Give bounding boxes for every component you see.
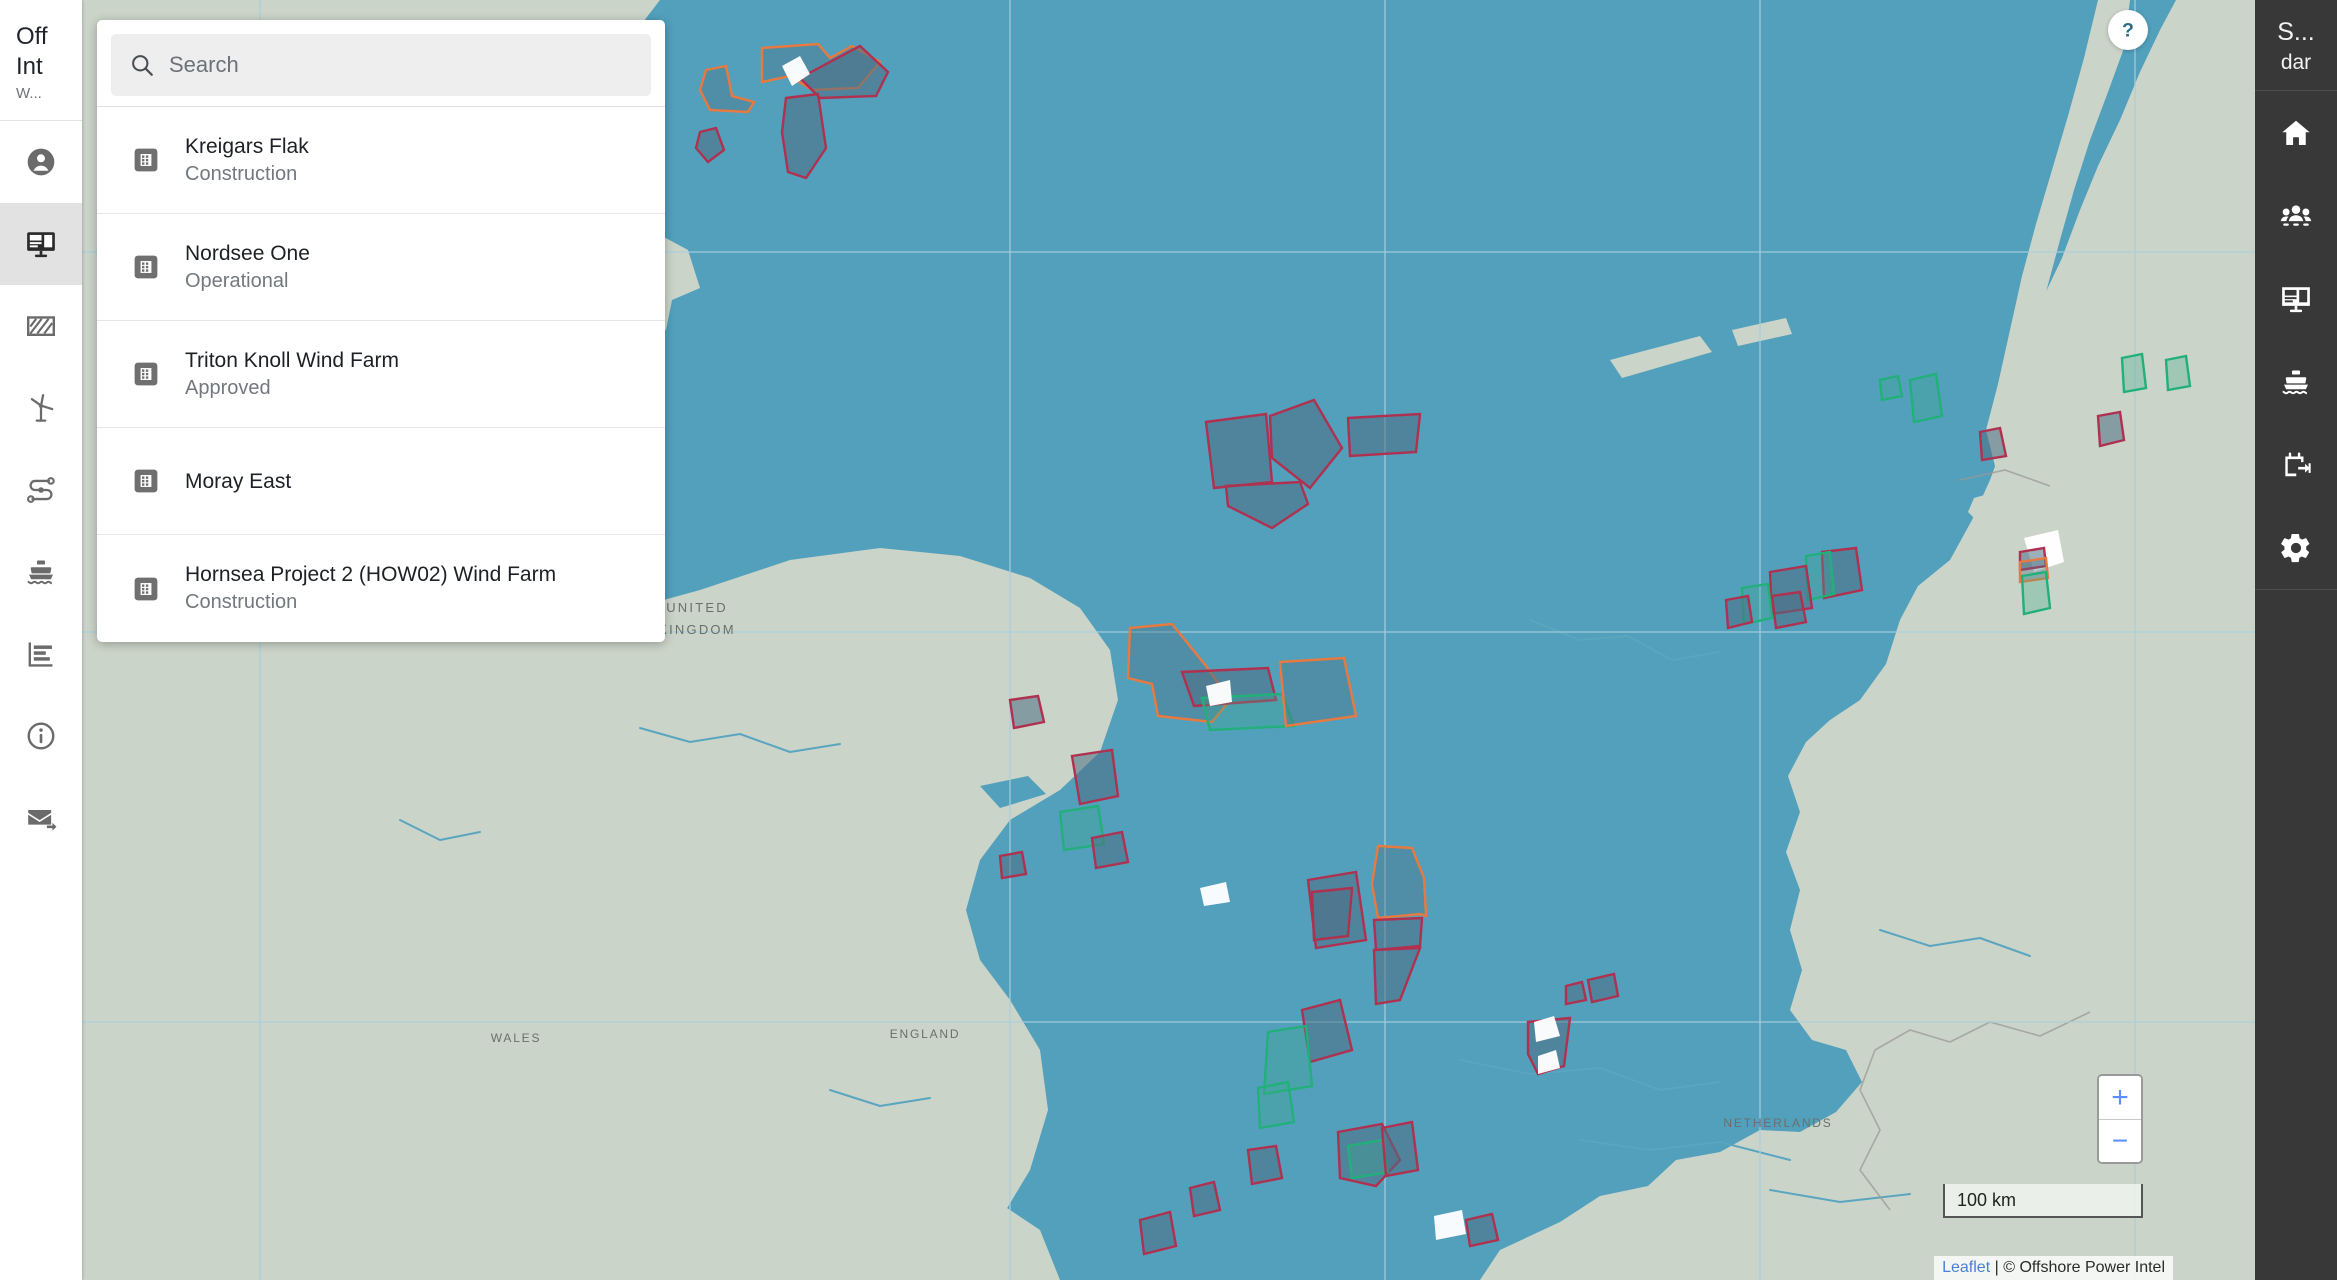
search-bar-wrapper xyxy=(97,20,665,106)
search-result-text: Kreigars Flak Construction xyxy=(185,133,309,188)
sidebar-item-contact[interactable] xyxy=(0,777,82,859)
right-rail-divider xyxy=(2255,589,2337,590)
search-result-name: Triton Knoll Wind Farm xyxy=(185,348,399,372)
account-circle-icon xyxy=(27,148,55,176)
leaflet-link[interactable]: Leaflet xyxy=(1942,1259,1990,1276)
dashboard-screen-icon xyxy=(27,232,55,258)
sidebar-item-account[interactable] xyxy=(0,121,82,203)
search-result-text: Nordsee One Operational xyxy=(185,240,310,295)
right-sidebar: S... dar xyxy=(2255,0,2337,1280)
dashboard-screen-icon xyxy=(2282,286,2310,312)
search-results-list: Kreigars Flak Construction Nordsee One O… xyxy=(97,106,665,642)
right-item-people[interactable] xyxy=(2255,174,2337,257)
help-button[interactable]: ? xyxy=(2108,10,2148,50)
search-result-name: Hornsea Project 2 (HOW02) Wind Farm xyxy=(185,563,557,586)
sidebar-item-vessels[interactable] xyxy=(0,531,82,613)
sidebar-item-dashboard[interactable] xyxy=(0,203,82,285)
zoom-controls[interactable]: + − xyxy=(2097,1074,2143,1164)
search-result-item[interactable]: Kreigars Flak Construction xyxy=(97,107,665,214)
search-result-name: Kreigars Flak xyxy=(185,134,309,158)
report-chart-icon xyxy=(28,642,53,667)
sidebar-item-lease-areas[interactable] xyxy=(0,285,82,367)
svg-text:?: ? xyxy=(2122,20,2134,42)
search-result-name: Nordsee One xyxy=(185,241,310,265)
map-label: WALES xyxy=(491,1031,542,1045)
search-result-item[interactable]: Triton Knoll Wind Farm Approved xyxy=(97,321,665,428)
search-result-item[interactable]: Nordsee One Operational xyxy=(97,214,665,321)
sidebar-item-reports[interactable] xyxy=(0,613,82,695)
lease-area-icon xyxy=(27,316,56,336)
search-icon xyxy=(132,55,153,76)
attribution-separator: | xyxy=(1990,1259,2004,1276)
question-mark-icon: ? xyxy=(2122,20,2134,42)
right-item-settings[interactable] xyxy=(2255,506,2337,589)
brand-line-2: Int xyxy=(16,53,43,80)
people-icon xyxy=(2280,204,2312,226)
sidebar-item-cables[interactable] xyxy=(0,449,82,531)
sidebar-item-turbines[interactable] xyxy=(0,367,82,449)
windfarm-grid-icon xyxy=(134,577,158,600)
scale-bar: 100 km xyxy=(1943,1184,2143,1218)
brand-line-1: Off xyxy=(16,23,48,50)
cable-route-icon xyxy=(27,477,55,503)
map-attribution: Leaflet | © Offshore Power Intel xyxy=(1934,1256,2173,1280)
vessel-icon xyxy=(27,560,53,585)
right-brand: S... dar xyxy=(2255,0,2337,91)
search-box[interactable] xyxy=(111,34,651,96)
search-result-text: Triton Knoll Wind Farm Approved xyxy=(185,347,399,402)
sidebar-item-info[interactable] xyxy=(0,695,82,777)
home-icon xyxy=(2282,120,2310,145)
app-brand: Off Int W... xyxy=(0,0,82,121)
brand-line-3: W... xyxy=(16,85,42,102)
right-item-home[interactable] xyxy=(2255,91,2337,174)
calendar-arrow-icon xyxy=(2285,451,2311,476)
gear-icon xyxy=(2281,533,2310,562)
right-item-dashboard[interactable] xyxy=(2255,257,2337,340)
windfarm-grid-icon xyxy=(134,255,158,279)
search-result-item[interactable]: Moray East xyxy=(97,428,665,535)
windfarm-grid-icon xyxy=(134,362,158,386)
search-result-status: Approved xyxy=(185,376,271,399)
map-label: UNITED xyxy=(666,600,728,615)
search-result-status: Construction xyxy=(185,591,298,613)
windfarm-grid-icon xyxy=(134,469,158,493)
search-result-item[interactable]: Hornsea Project 2 (HOW02) Wind Farm Cons… xyxy=(97,535,665,642)
mail-forward-icon xyxy=(28,810,57,831)
right-item-vessels[interactable] xyxy=(2255,340,2337,423)
vessel-icon xyxy=(2282,370,2308,394)
right-brand-line-2: dar xyxy=(2280,51,2312,74)
info-circle-icon xyxy=(27,722,55,750)
left-sidebar: Off Int W... xyxy=(0,0,82,1280)
map-label: NETHERLANDS xyxy=(1723,1116,1832,1130)
right-brand-line-1: S... xyxy=(2277,18,2315,46)
wind-turbine-icon xyxy=(30,394,54,422)
map-label: ENGLAND xyxy=(890,1027,961,1041)
attribution-owner: © Offshore Power Intel xyxy=(2003,1259,2165,1276)
map-label: KINGDOM xyxy=(658,622,736,637)
right-item-schedule[interactable] xyxy=(2255,423,2337,506)
zoom-in-button[interactable]: + xyxy=(2099,1076,2141,1119)
search-result-status: Operational xyxy=(185,269,289,292)
zoom-out-button[interactable]: − xyxy=(2099,1119,2141,1162)
search-result-status: Construction xyxy=(185,162,298,185)
search-result-text: Hornsea Project 2 (HOW02) Wind Farm Cons… xyxy=(185,561,556,616)
search-panel: Kreigars Flak Construction Nordsee One O… xyxy=(97,20,665,642)
search-input[interactable] xyxy=(169,52,633,78)
search-result-name: Moray East xyxy=(185,469,292,493)
scale-label: 100 km xyxy=(1957,1189,2017,1210)
windfarm-grid-icon xyxy=(134,148,158,172)
search-result-text: Moray East xyxy=(185,468,291,495)
